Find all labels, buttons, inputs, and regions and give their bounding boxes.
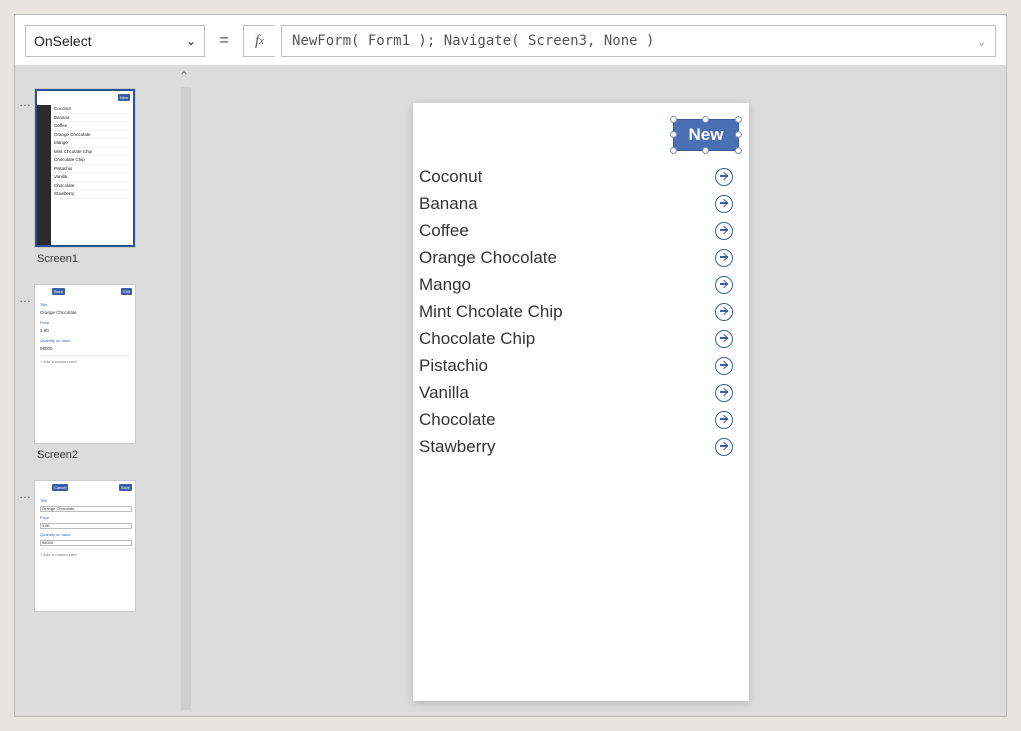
list-item[interactable]: Orange Chocolate — [413, 244, 749, 271]
formula-input[interactable]: NewForm( Form1 ); Navigate( Screen3, Non… — [281, 25, 996, 57]
phone-preview: New Coconut Banana Coffee Orange Chocolate M… — [413, 103, 749, 701]
arrow-right-circle-icon[interactable] — [715, 357, 733, 375]
list-item-label: Pistachio — [419, 356, 488, 376]
list-item[interactable]: Mint Chcolate Chip — [413, 298, 749, 325]
arrow-right-circle-icon[interactable] — [715, 384, 733, 402]
list-item-label: Mango — [419, 275, 471, 295]
thumb-cancel-button: Cancel — [52, 484, 68, 491]
list-item-label: Chocolate Chip — [419, 329, 535, 349]
list-item[interactable]: Chocolate — [413, 406, 749, 433]
thumbnail-label: Screen2 — [37, 449, 175, 461]
list-item: Coconut — [54, 105, 130, 114]
thumbnail-screen3[interactable]: … Cancel Save Title Orange Chocolate Pri… — [35, 481, 175, 611]
arrow-right-circle-icon[interactable] — [715, 330, 733, 348]
more-icon[interactable]: … — [19, 487, 32, 501]
list-item-label: Orange Chocolate — [419, 248, 557, 268]
resize-handle[interactable] — [735, 116, 742, 123]
thumbnail-screen2[interactable]: … Back Edit Title Orange Chocolate Price… — [35, 285, 175, 461]
list-item[interactable]: Vanilla — [413, 379, 749, 406]
list-item-label: Mint Chcolate Chip — [419, 302, 563, 322]
list-item-label: Coffee — [419, 221, 469, 241]
list-item: Orange Chocolate — [54, 131, 130, 140]
arrow-right-circle-icon[interactable] — [715, 303, 733, 321]
arrow-right-circle-icon[interactable] — [715, 276, 733, 294]
resize-handle[interactable] — [670, 131, 677, 138]
list-item[interactable]: Banana — [413, 190, 749, 217]
arrow-right-circle-icon[interactable] — [715, 195, 733, 213]
list-item[interactable]: Coffee — [413, 217, 749, 244]
left-gutter — [15, 65, 35, 716]
list-item[interactable]: Chocolate Chip — [413, 325, 749, 352]
resize-handle[interactable] — [702, 147, 709, 154]
list-item: Chocolate Chip — [54, 156, 130, 165]
preview-header: New — [413, 103, 749, 155]
thumb-form: Title Orange Chocolate Price 3.80 Quanti… — [35, 495, 135, 559]
list-item: Stawberry — [54, 190, 130, 199]
list-item-label: Stawberry — [419, 437, 496, 457]
property-dropdown-value: OnSelect — [34, 33, 92, 49]
list-item-label: Coconut — [419, 167, 482, 187]
list-item-label: Vanilla — [419, 383, 469, 403]
list-item[interactable]: Pistachio — [413, 352, 749, 379]
list-item: Banana — [54, 114, 130, 123]
resize-handle[interactable] — [702, 116, 709, 123]
canvas[interactable]: New Coconut Banana Coffee Orange Chocolate M… — [175, 65, 1006, 716]
thumb-form: Title Orange Chocolate Price 3.80 Quanti… — [35, 299, 135, 366]
new-button-label: New — [689, 125, 724, 145]
gallery-list: Coconut Banana Coffee Orange Chocolate Mango… — [413, 155, 749, 460]
list-item: Pistachio — [54, 165, 130, 174]
arrow-right-circle-icon[interactable] — [715, 411, 733, 429]
equals-label: = — [211, 25, 237, 57]
resize-handle[interactable] — [735, 147, 742, 154]
arrow-right-circle-icon[interactable] — [715, 249, 733, 267]
chevron-down-icon[interactable]: ⌄ — [978, 35, 985, 48]
resize-handle[interactable] — [735, 131, 742, 138]
thumb-edit-button: Edit — [121, 288, 132, 295]
thumb-new-button: New — [118, 94, 130, 101]
arrow-right-circle-icon[interactable] — [715, 168, 733, 186]
thumb-save-button: Save — [119, 484, 132, 491]
list-item: Coffee — [54, 122, 130, 131]
formula-bar: OnSelect ⌄ = fx NewForm( Form1 ); Naviga… — [25, 25, 996, 57]
list-item: Mango — [54, 139, 130, 148]
fx-icon: fx — [243, 25, 275, 57]
screen-thumbnails-panel: ⌃ … New CoconutBananaCoffeeOrange Chocol… — [35, 65, 175, 716]
thumb-list: CoconutBananaCoffeeOrange ChocolateMango… — [37, 105, 133, 199]
arrow-right-circle-icon[interactable] — [715, 438, 733, 456]
more-icon[interactable]: … — [19, 95, 32, 109]
list-item: Vanilla — [54, 173, 130, 182]
thumbnail-screen1[interactable]: … New CoconutBananaCoffeeOrange Chocolat… — [35, 89, 175, 265]
list-item-label: Chocolate — [419, 410, 496, 430]
formula-text: NewForm( Form1 ); Navigate( Screen3, Non… — [292, 33, 654, 49]
list-item: Mint Chcolate Chip — [54, 148, 130, 157]
workspace: ⌃ … New CoconutBananaCoffeeOrange Chocol… — [15, 65, 1006, 716]
list-item[interactable]: Coconut — [413, 163, 749, 190]
list-item[interactable]: Stawberry — [413, 433, 749, 460]
list-item-label: Banana — [419, 194, 478, 214]
more-icon[interactable]: … — [19, 291, 32, 305]
new-button[interactable]: New — [673, 119, 739, 151]
arrow-right-circle-icon[interactable] — [715, 222, 733, 240]
chevron-down-icon: ⌄ — [186, 34, 196, 48]
resize-handle[interactable] — [670, 147, 677, 154]
thumb-back-button: Back — [52, 288, 65, 295]
property-dropdown[interactable]: OnSelect ⌄ — [25, 25, 205, 57]
resize-handle[interactable] — [670, 116, 677, 123]
list-item: Chocolate — [54, 182, 130, 191]
thumbnail-label: Screen1 — [37, 253, 175, 265]
list-item[interactable]: Mango — [413, 271, 749, 298]
app-frame: OnSelect ⌄ = fx NewForm( Form1 ); Naviga… — [14, 14, 1007, 717]
